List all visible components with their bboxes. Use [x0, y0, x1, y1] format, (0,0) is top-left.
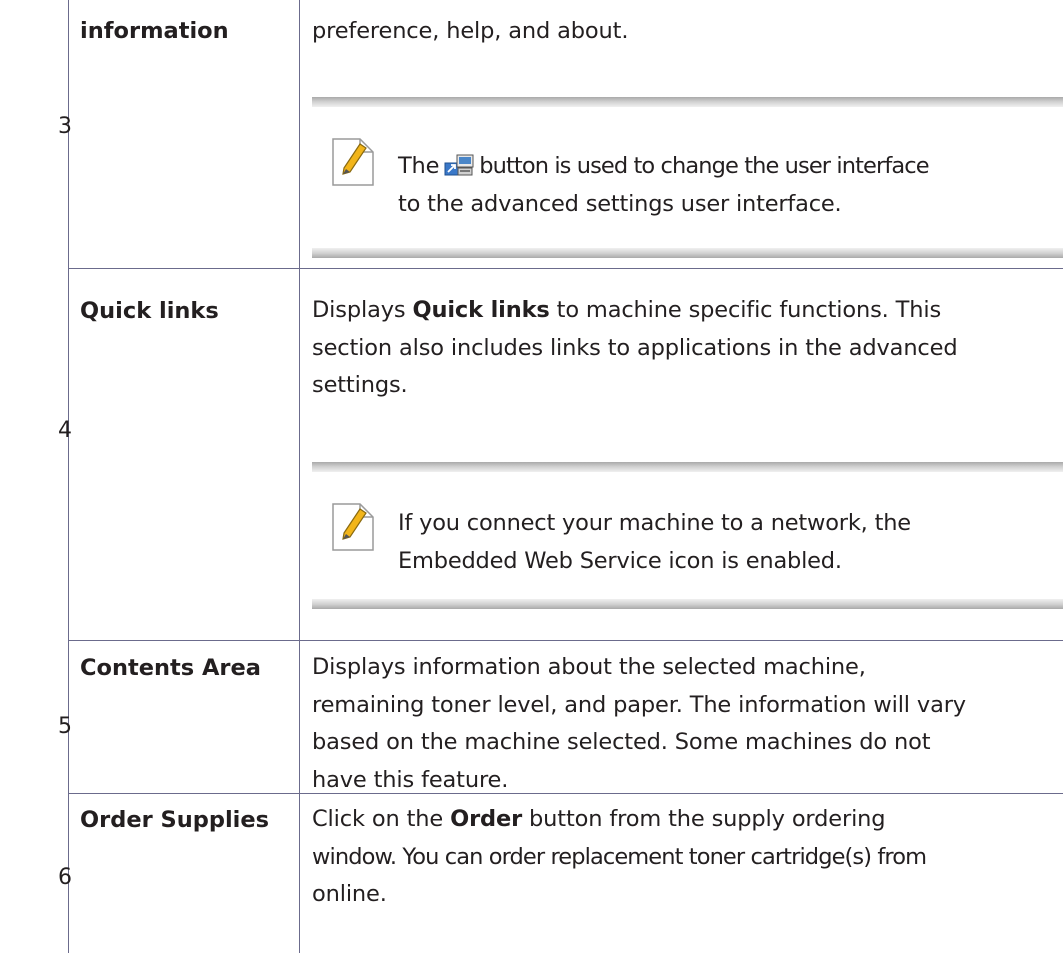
description-bold-term: Order [450, 806, 523, 832]
description-line2: remaining toner level, and paper. The in… [312, 691, 966, 718]
feature-description: Displays information about the selected … [312, 649, 1060, 799]
description-line2: window. You can order replacement toner … [312, 843, 927, 870]
note-text: If you connect your machine to a network… [398, 504, 1062, 580]
description-pre: Displays [312, 297, 406, 323]
description-bold-term: Quick links [412, 297, 550, 323]
description-line3: based on the machine selected. Some mach… [312, 729, 931, 755]
row-number: 4 [58, 418, 72, 443]
description-line4: have this feature. [312, 766, 509, 793]
feature-description: preference, help, and about. [312, 18, 629, 44]
feature-name: Order Supplies [80, 807, 270, 833]
description-line1: button from the supply ordering [529, 806, 886, 832]
description-line2: section also includes links to applicati… [312, 334, 958, 361]
advanced-ui-switch-icon [444, 154, 474, 176]
feature-name: Contents Area [80, 655, 261, 681]
row-divider [68, 640, 1063, 641]
note-text-line1: button is used to change the user interf… [479, 153, 929, 179]
note-text-pre: The [398, 153, 440, 179]
note-text-line1: If you connect your machine to a network… [398, 510, 911, 536]
description-line1: Displays information about the selected … [312, 654, 866, 680]
note-text-line2: to the advanced settings user interface. [398, 191, 842, 217]
note-text-line2: Embedded Web Service icon is enabled. [398, 548, 842, 574]
row-number: 5 [58, 714, 72, 739]
note-pencil-icon [332, 138, 374, 186]
note-pencil-icon [332, 503, 374, 551]
row-number: 3 [58, 114, 72, 139]
feature-name: Quick links [80, 298, 219, 324]
note-top-bar [312, 462, 1063, 472]
note-top-bar [312, 97, 1063, 107]
table-left-border [68, 0, 69, 953]
feature-description: Displays Quick links to machine specific… [312, 292, 1060, 405]
table-column-divider [299, 0, 300, 953]
feature-name: information [80, 18, 229, 44]
note-bottom-bar [312, 248, 1063, 258]
row-divider [68, 268, 1063, 269]
note-bottom-bar [312, 599, 1063, 609]
description-line3: online. [312, 881, 387, 907]
note-text: The button is used to change the user in… [398, 147, 1062, 223]
description-line1: to machine specific functions. This [556, 297, 942, 323]
row-number: 6 [58, 865, 72, 890]
description-line3: settings. [312, 372, 408, 398]
description-pre: Click on the [312, 806, 444, 832]
feature-description: Click on the Order button from the suppl… [312, 801, 1060, 914]
